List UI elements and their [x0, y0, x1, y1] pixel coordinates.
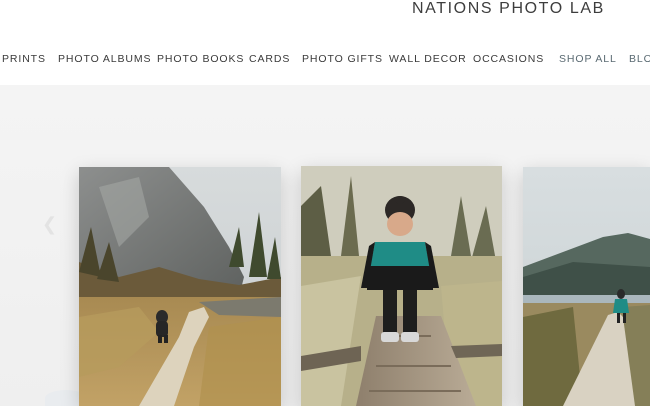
main-nav: PRINTS PHOTO ALBUMS PHOTO BOOKS CARDS PH… — [0, 53, 650, 69]
nav-item-photo-gifts[interactable]: PHOTO GIFTS — [302, 53, 383, 65]
nav-item-photo-books[interactable]: PHOTO BOOKS — [157, 53, 244, 65]
nav-item-cards[interactable]: CARDS — [249, 53, 290, 65]
nav-item-prints[interactable]: PRINTS — [2, 53, 46, 65]
nav-item-photo-albums[interactable]: PHOTO ALBUMS — [58, 53, 151, 65]
nav-item-blog[interactable]: BLO — [629, 53, 650, 65]
trail-photo-image — [79, 167, 281, 406]
chevron-left-icon[interactable]: ❮ — [42, 214, 57, 235]
photo-print-2[interactable] — [301, 166, 502, 406]
photo-print-3[interactable] — [523, 167, 650, 406]
child-on-log-photo-image — [301, 166, 502, 406]
nav-item-shop-all[interactable]: SHOP ALL — [559, 53, 617, 65]
nav-item-wall-decor[interactable]: WALL DECOR — [389, 53, 467, 65]
photo-print-1[interactable] — [79, 167, 281, 406]
brand-logo[interactable]: NATIONS PHOTO LAB — [412, 0, 605, 18]
nav-item-occasions[interactable]: OCCASIONS — [473, 53, 544, 65]
lake-path-photo-image — [523, 167, 650, 406]
